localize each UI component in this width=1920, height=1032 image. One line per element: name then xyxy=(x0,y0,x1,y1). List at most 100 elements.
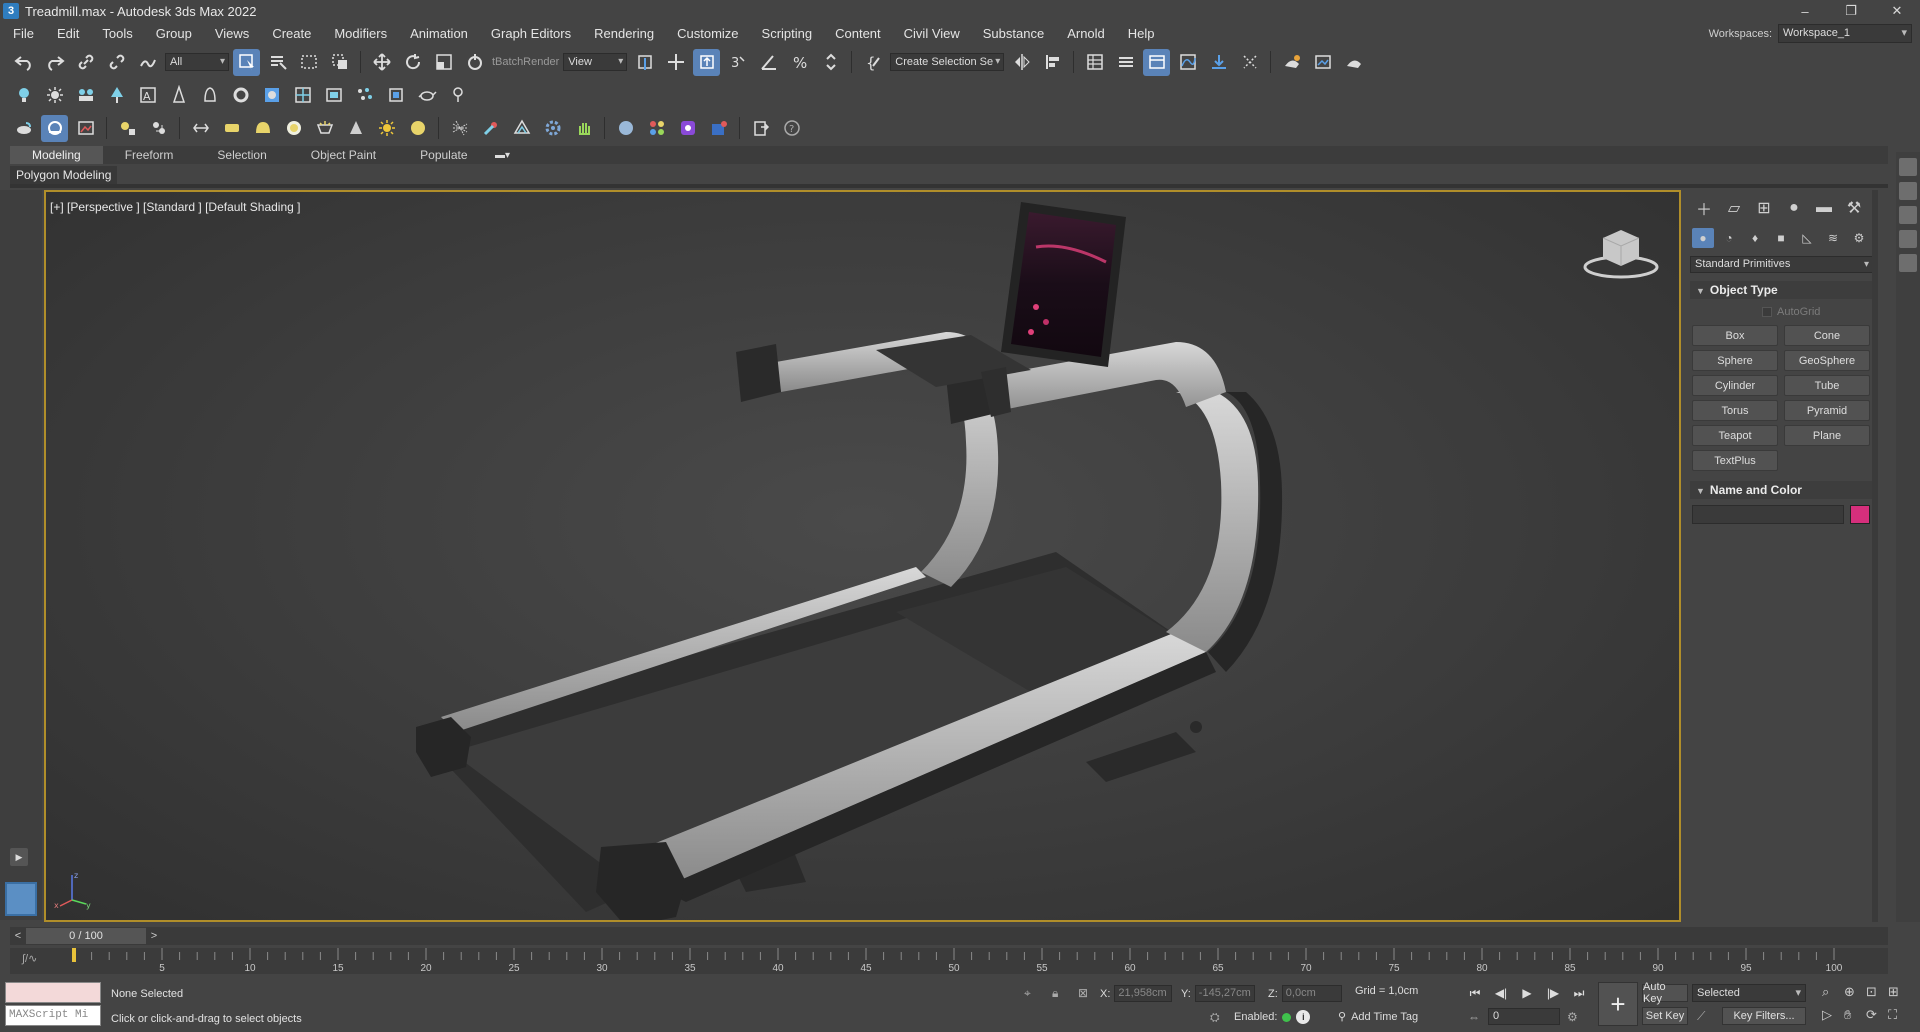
menu-scripting[interactable]: Scripting xyxy=(749,22,823,46)
material-editor-icon[interactable] xyxy=(1236,49,1263,76)
menu-create[interactable]: Create xyxy=(259,22,321,46)
cone-light-icon[interactable] xyxy=(342,115,369,142)
sphere-light-icon[interactable] xyxy=(280,115,307,142)
time-slider-next[interactable]: > xyxy=(146,928,162,944)
scene-state-icon[interactable] xyxy=(1899,182,1917,200)
menu-civil-view[interactable]: Civil View xyxy=(891,22,970,46)
percent-snap-icon[interactable]: % xyxy=(786,49,813,76)
menu-content[interactable]: Content xyxy=(822,22,891,46)
link-icon[interactable] xyxy=(72,49,99,76)
color-dots-icon[interactable] xyxy=(643,115,670,142)
spacewarps-category-icon[interactable]: ≋ xyxy=(1822,228,1844,248)
autogrid-row[interactable]: AutoGrid xyxy=(1686,301,1878,323)
systems-category-icon[interactable]: ⚙ xyxy=(1848,228,1870,248)
shapes-category-icon[interactable]: ◔ xyxy=(1718,228,1740,248)
dome-light-icon[interactable] xyxy=(249,115,276,142)
zoom-icon[interactable]: ⌕ xyxy=(1822,984,1838,1000)
go-to-start-icon[interactable]: ⏮ xyxy=(1465,984,1485,1002)
play-icon[interactable]: ▶ xyxy=(1517,984,1537,1002)
object-type-rollout[interactable]: ▼ Object Type xyxy=(1690,281,1874,299)
scene-converter-icon[interactable] xyxy=(187,115,214,142)
align-icon[interactable] xyxy=(1039,49,1066,76)
frame-ruler[interactable]: 5 10 15 20 25 30 35 40 45 50 55 60 65 70 75 80 85 90 95 100 xyxy=(66,948,1842,974)
bind-spacewarp-icon[interactable] xyxy=(134,49,161,76)
pyramid-button[interactable]: Pyramid xyxy=(1784,400,1870,421)
next-frame-icon[interactable]: |▶ xyxy=(1543,984,1563,1002)
time-configuration-icon[interactable]: ⚙ xyxy=(1567,1010,1583,1026)
current-frame-marker[interactable] xyxy=(72,948,76,962)
rect-selection-icon[interactable] xyxy=(295,49,322,76)
xref-icon[interactable] xyxy=(1899,254,1917,272)
torus-button[interactable]: Torus xyxy=(1692,400,1778,421)
z-coordinate-input[interactable]: 0,0cm xyxy=(1281,985,1342,1002)
select-object-icon[interactable] xyxy=(233,48,260,76)
light-bulb-icon[interactable] xyxy=(10,82,37,109)
gear-icon[interactable] xyxy=(539,115,566,142)
cameras-category-icon[interactable]: ■ xyxy=(1770,228,1792,248)
window-crossing-icon[interactable] xyxy=(326,49,353,76)
curve-editor-icon[interactable] xyxy=(1174,49,1201,76)
render-arnold-icon[interactable] xyxy=(705,115,732,142)
viewcube-icon[interactable] xyxy=(1581,222,1661,282)
particle-icon[interactable] xyxy=(351,82,378,109)
command-panel-scrollbar[interactable] xyxy=(1872,190,1878,922)
menu-arnold[interactable]: Arnold xyxy=(1054,22,1115,46)
batch-render-label[interactable]: tBatchRender xyxy=(492,56,559,68)
menu-tools[interactable]: Tools xyxy=(89,22,142,46)
export-icon[interactable] xyxy=(747,115,774,142)
cone-button[interactable]: Cone xyxy=(1784,325,1870,346)
isolate-selection-icon[interactable]: ⌖ xyxy=(1024,986,1040,1002)
viewport-label[interactable]: [+] [Perspective ] [Standard ] [Default … xyxy=(50,200,300,214)
maxscript-listener-output[interactable] xyxy=(5,982,101,1003)
sun-icon[interactable] xyxy=(41,82,68,109)
menu-rendering[interactable]: Rendering xyxy=(581,22,664,46)
material-sphere-icon[interactable] xyxy=(612,115,639,142)
operator-icon[interactable] xyxy=(477,115,504,142)
name-color-rollout[interactable]: ▼ Name and Color xyxy=(1690,481,1874,499)
menu-graph-editors[interactable]: Graph Editors xyxy=(478,22,581,46)
bowl-icon[interactable] xyxy=(311,115,338,142)
key-mode-dropdown[interactable]: Selected xyxy=(1692,984,1806,1002)
schematic-view-icon[interactable] xyxy=(1205,49,1232,76)
text-shape-icon[interactable]: A xyxy=(134,82,161,109)
keyboard-shortcut-override-icon[interactable] xyxy=(693,48,721,76)
pivot-center-icon[interactable] xyxy=(631,49,658,76)
render-production-icon[interactable] xyxy=(1340,49,1367,76)
menu-file[interactable]: File xyxy=(0,22,44,46)
current-frame-input[interactable]: 0 xyxy=(1488,1008,1560,1025)
helpers-category-icon[interactable]: ◺ xyxy=(1796,228,1818,248)
torus-icon[interactable] xyxy=(227,82,254,109)
tube-button[interactable]: Tube xyxy=(1784,375,1870,396)
unlink-icon[interactable] xyxy=(103,49,130,76)
hand-icon[interactable] xyxy=(570,115,597,142)
key-mode-toggle-icon[interactable]: ⇔ xyxy=(1468,1010,1484,1026)
selection-filter-dropdown[interactable]: All xyxy=(165,53,229,71)
track-bar[interactable]: ∫/∿ 5 10 15 20 25 30 35 40 45 50 55 60 65 70 75 80 85 90 9… xyxy=(10,948,1888,974)
snaps-toggle-icon[interactable]: 3 xyxy=(724,49,751,76)
pan-icon[interactable]: ✋︎ xyxy=(1844,1007,1860,1023)
zoom-extents-all-icon[interactable]: ⊞ xyxy=(1888,984,1904,1000)
geosphere-button[interactable]: GeoSphere xyxy=(1784,350,1870,371)
help-icon[interactable]: ? xyxy=(778,115,805,142)
hierarchy-tab-icon[interactable]: ⊞ xyxy=(1752,198,1776,218)
area-light-icon[interactable] xyxy=(218,115,245,142)
zoom-extents-icon[interactable]: ⊡ xyxy=(1866,984,1882,1000)
box-button[interactable]: Box xyxy=(1692,325,1778,346)
ribbon-toggle-icon[interactable] xyxy=(1143,48,1171,76)
menu-edit[interactable]: Edit xyxy=(44,22,89,46)
viewport-layout-expand-icon[interactable]: ▶ xyxy=(10,848,28,866)
menu-views[interactable]: Views xyxy=(202,22,259,46)
menu-help[interactable]: Help xyxy=(1115,22,1165,46)
menu-group[interactable]: Group xyxy=(143,22,202,46)
restore-button[interactable]: ❐ xyxy=(1828,0,1874,22)
pine-tree-icon[interactable] xyxy=(165,82,192,109)
treadmill-model[interactable] xyxy=(46,192,1681,922)
tab-modeling[interactable]: Modeling xyxy=(10,146,103,164)
scale-icon[interactable] xyxy=(430,49,457,76)
perspective-viewport[interactable]: [+] [Perspective ] [Standard ] [Default … xyxy=(44,190,1681,922)
set-keys-icon[interactable]: + xyxy=(1598,982,1638,1026)
environment-icon[interactable] xyxy=(41,114,68,142)
cloud-teapot-icon[interactable] xyxy=(10,115,37,142)
utilities-tab-icon[interactable]: ⚒ xyxy=(1842,198,1866,218)
absolute-mode-icon[interactable]: ⊠ xyxy=(1078,986,1094,1002)
